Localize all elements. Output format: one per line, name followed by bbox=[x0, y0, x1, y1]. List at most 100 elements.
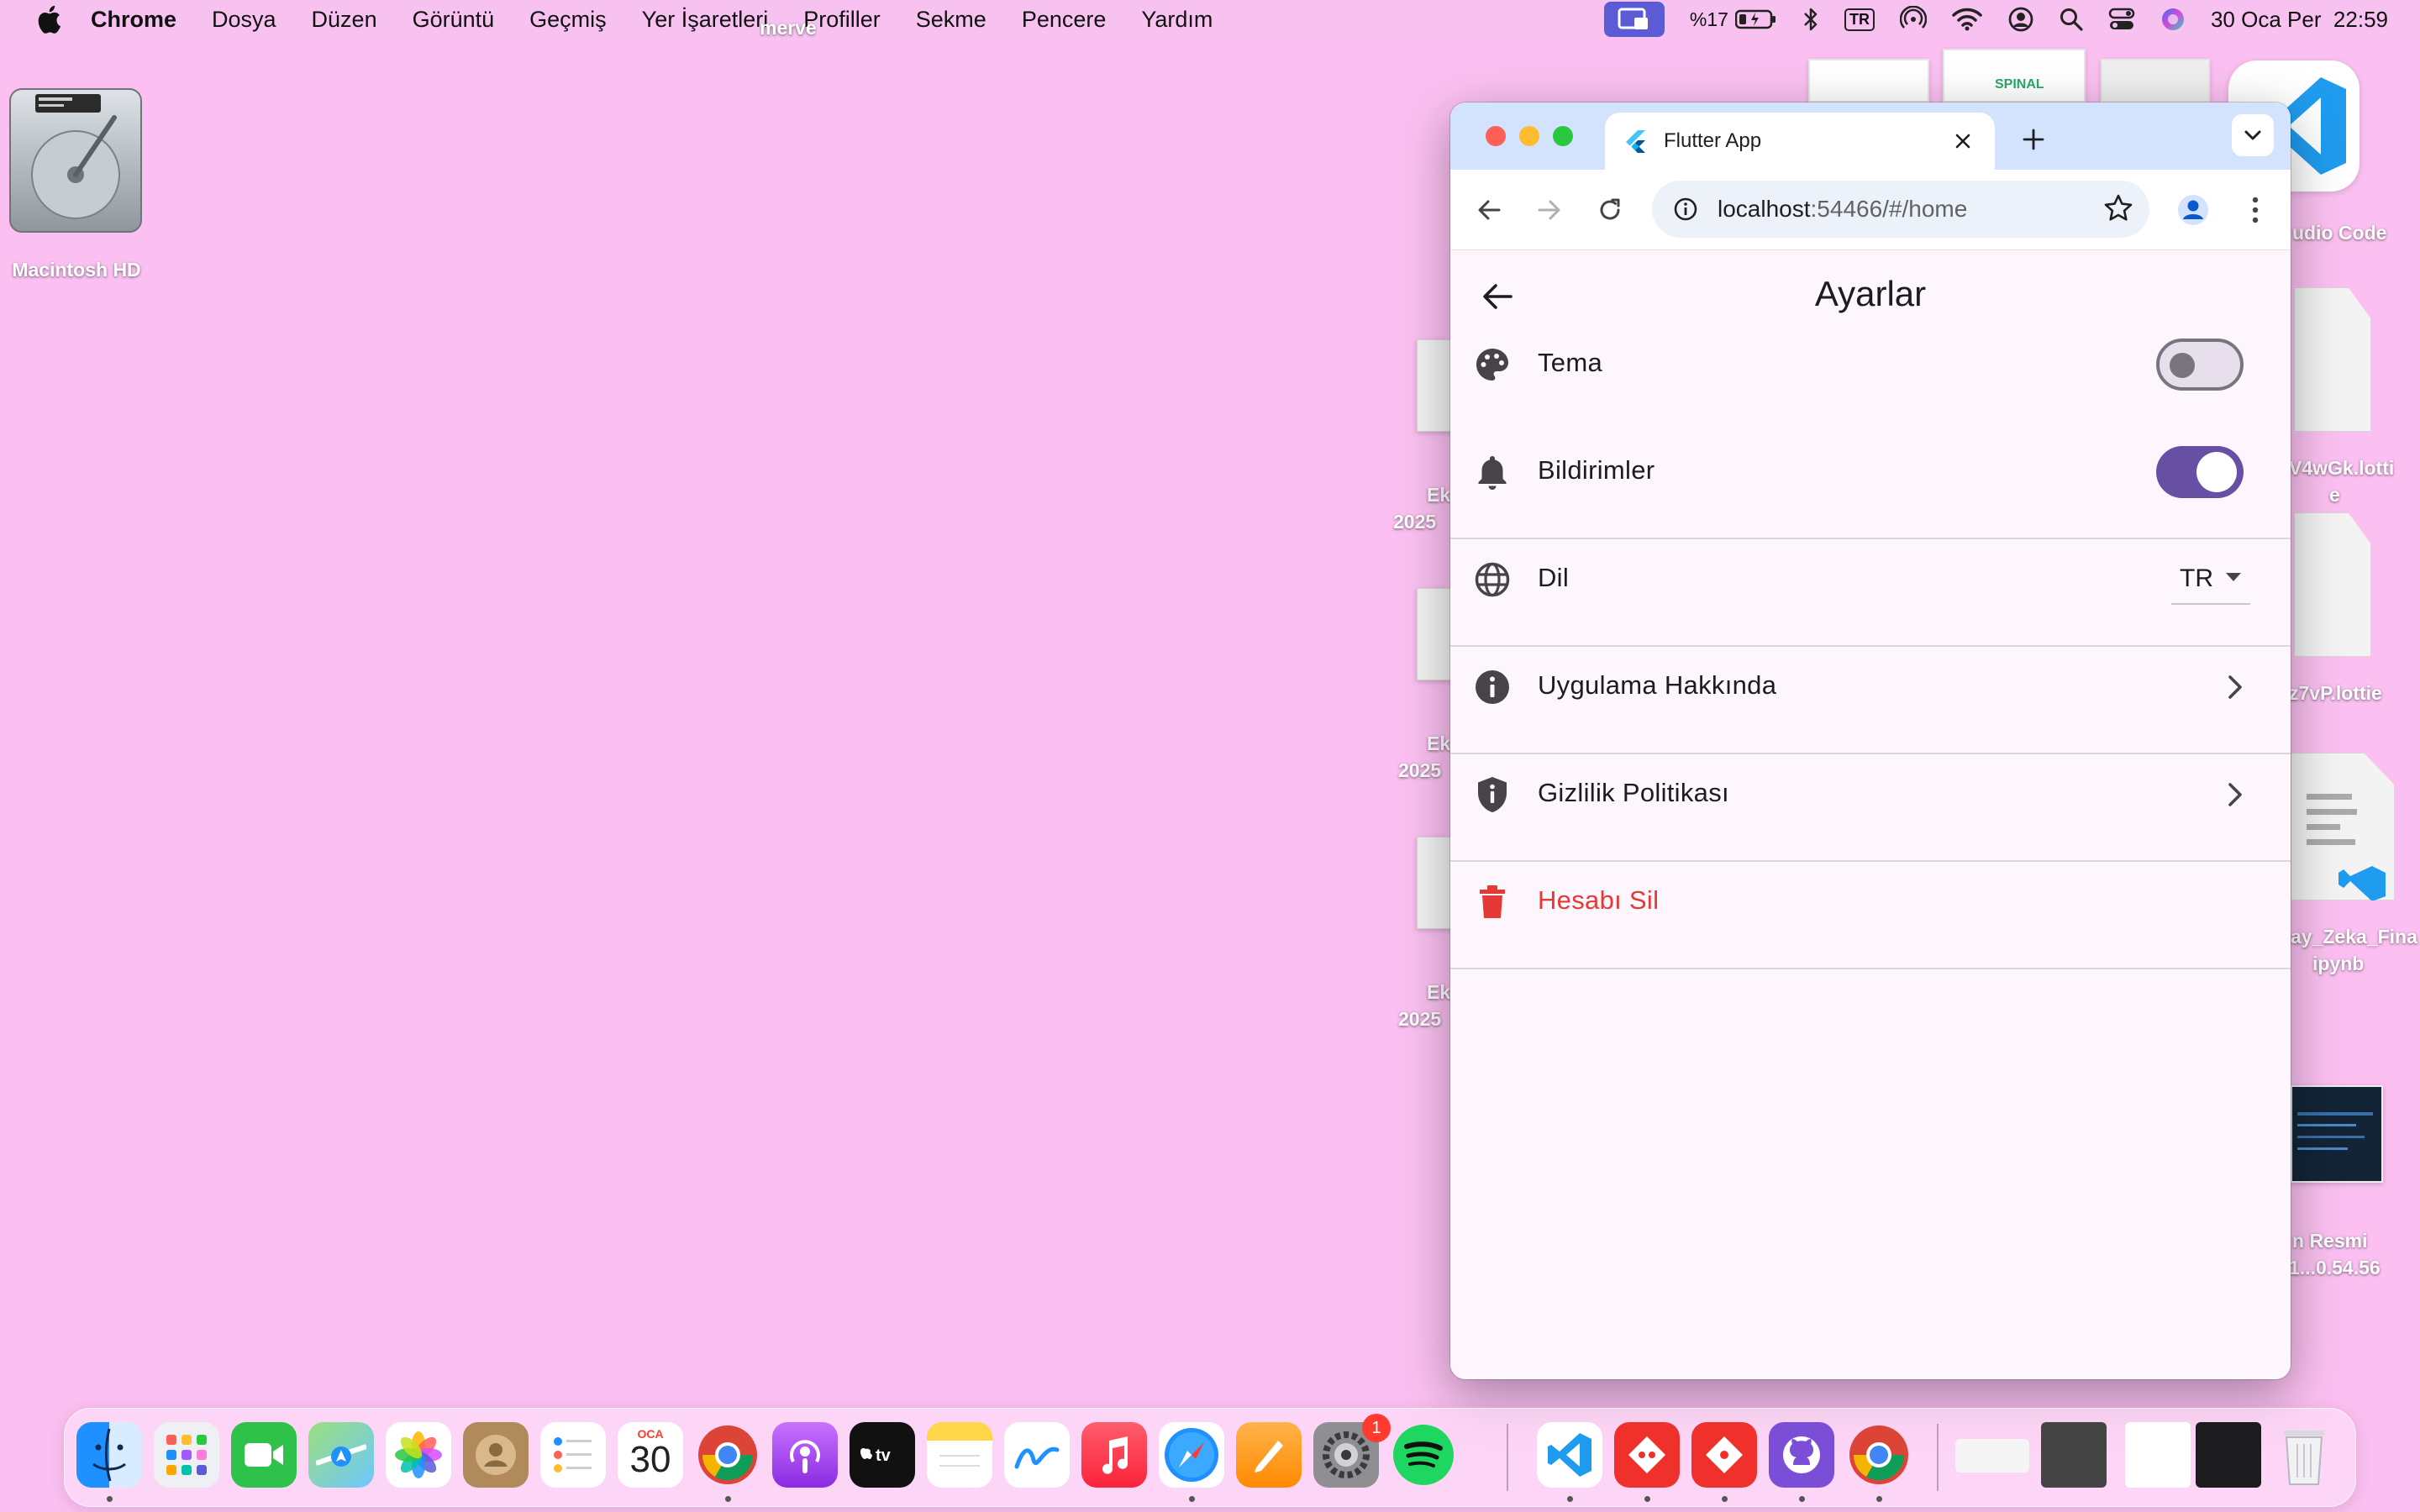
new-tab-plus-icon[interactable] bbox=[2015, 121, 2052, 158]
music-icon[interactable] bbox=[1081, 1422, 1147, 1488]
bluetooth-icon[interactable] bbox=[1802, 7, 1819, 32]
window-close-button[interactable] bbox=[1486, 126, 1506, 146]
menu-goruntu[interactable]: Görüntü bbox=[413, 7, 495, 33]
keyboard-layout-indicator[interactable]: TR bbox=[1844, 8, 1875, 31]
photos-icon[interactable] bbox=[386, 1422, 451, 1488]
lottie-file-1-icon[interactable] bbox=[2294, 287, 2371, 432]
setting-row-bildirimler[interactable]: Bildirimler bbox=[1450, 418, 2291, 526]
spotify-icon[interactable] bbox=[1391, 1422, 1456, 1488]
calendar-icon[interactable]: OCA 30 bbox=[618, 1422, 683, 1488]
setting-row-tema[interactable]: Tema bbox=[1450, 311, 2291, 418]
setting-row-uygulama-hakkinda[interactable]: Uygulama Hakkında bbox=[1450, 633, 2291, 741]
bookmark-star-icon[interactable] bbox=[2102, 192, 2134, 230]
control-center-icon[interactable] bbox=[2108, 8, 2135, 31]
minimized-window-1[interactable] bbox=[1955, 1439, 2029, 1473]
switch-knob bbox=[2170, 353, 2195, 378]
browser-forward-icon[interactable] bbox=[1529, 190, 1570, 230]
finder-icon[interactable] bbox=[76, 1422, 142, 1488]
chrome-icon[interactable] bbox=[695, 1422, 760, 1488]
git-client-icon[interactable] bbox=[1614, 1422, 1680, 1488]
freeform-icon[interactable] bbox=[1004, 1422, 1070, 1488]
maps-icon[interactable] bbox=[308, 1422, 374, 1488]
appletv-icon[interactable]: tv bbox=[850, 1422, 915, 1488]
facetime-icon[interactable] bbox=[231, 1422, 297, 1488]
tab-search-chevron-icon[interactable] bbox=[2232, 114, 2274, 156]
setting-label-gizlilik-politikasi: Gizlilik Politikası bbox=[1538, 778, 1729, 807]
window-zoom-button[interactable] bbox=[1553, 126, 1573, 146]
desktop-thumb-tool[interactable] bbox=[2101, 59, 2210, 102]
desktop-file-ek3-icon[interactable] bbox=[1417, 837, 1452, 929]
bildirimler-switch[interactable] bbox=[2156, 446, 2244, 498]
desktop-thumb-document[interactable] bbox=[1808, 59, 1929, 102]
browser-back-icon[interactable] bbox=[1469, 190, 1509, 230]
chevron-right-icon bbox=[2218, 778, 2252, 811]
browser-toolbar: localhost:54466/#/home bbox=[1450, 170, 2291, 250]
menu-duzen[interactable]: Düzen bbox=[312, 7, 377, 33]
chevron-right-icon bbox=[2218, 670, 2252, 704]
notes-icon[interactable] bbox=[927, 1422, 992, 1488]
tab-close-icon[interactable] bbox=[1949, 128, 1976, 155]
apple-menu-icon[interactable] bbox=[32, 5, 66, 34]
tab-flutter-app[interactable]: Flutter App bbox=[1605, 113, 1995, 170]
running-indicator bbox=[1722, 1496, 1728, 1502]
running-indicator bbox=[1644, 1496, 1650, 1502]
menu-pencere[interactable]: Pencere bbox=[1022, 7, 1107, 33]
safari-icon[interactable] bbox=[1159, 1422, 1224, 1488]
battery-status[interactable]: %17 bbox=[1690, 8, 1777, 31]
minimized-window-4[interactable] bbox=[2196, 1422, 2261, 1488]
user-account-icon[interactable] bbox=[2007, 6, 2034, 33]
airdrop-icon[interactable] bbox=[1899, 6, 1927, 33]
menu-yardim[interactable]: Yardım bbox=[1141, 7, 1213, 33]
siri-icon[interactable] bbox=[2160, 7, 2186, 32]
address-bar[interactable]: localhost:54466/#/home bbox=[1652, 181, 2149, 238]
window-minimize-button[interactable] bbox=[1519, 126, 1539, 146]
vscode-icon[interactable] bbox=[1537, 1422, 1602, 1488]
desktop-file-ek1-icon[interactable] bbox=[1417, 339, 1452, 432]
language-dropdown[interactable]: TR bbox=[2171, 554, 2250, 605]
setting-row-gizlilik-politikasi[interactable]: Gizlilik Politikası bbox=[1450, 741, 2291, 848]
tema-switch[interactable] bbox=[2156, 339, 2244, 391]
menu-dosya[interactable]: Dosya bbox=[212, 7, 276, 33]
site-info-icon[interactable] bbox=[1670, 194, 1701, 224]
desktop-file-ek1-label-b: 2025 bbox=[1393, 511, 1437, 533]
url-path: :54466/#/home bbox=[1810, 196, 1968, 222]
browser-reload-icon[interactable] bbox=[1590, 190, 1630, 230]
divider bbox=[1450, 968, 2291, 969]
github-desktop-icon[interactable] bbox=[1769, 1422, 1834, 1488]
chrome-2-icon[interactable] bbox=[1846, 1422, 1912, 1488]
contacts-icon[interactable] bbox=[463, 1422, 529, 1488]
podcasts-icon[interactable] bbox=[772, 1422, 838, 1488]
menu-gecmis[interactable]: Geçmiş bbox=[529, 7, 607, 33]
setting-row-dil[interactable]: Dil TR bbox=[1450, 526, 2291, 633]
ipynb-file-icon[interactable] bbox=[2291, 753, 2395, 900]
desktop-file-ek2-icon[interactable] bbox=[1417, 588, 1452, 680]
spotlight-search-icon[interactable] bbox=[2060, 8, 2083, 31]
browser-menu-kebab-icon[interactable] bbox=[2235, 190, 2275, 230]
screen-recording-icon[interactable] bbox=[1603, 2, 1665, 37]
profile-avatar-icon[interactable] bbox=[2173, 190, 2213, 230]
git-client-2-icon[interactable] bbox=[1691, 1422, 1757, 1488]
setting-row-hesabi-sil[interactable]: Hesabı Sil bbox=[1450, 848, 2291, 956]
ipynb-file-label-a: ay_Zeka_Fina bbox=[2291, 926, 2417, 948]
macintosh-hd-icon[interactable] bbox=[5, 84, 146, 235]
menu-yer-isaretleri[interactable]: Yer İşaretleri bbox=[642, 7, 769, 33]
setting-label-hesabi-sil: Hesabı Sil bbox=[1538, 885, 1660, 915]
menu-sekme[interactable]: Sekme bbox=[916, 7, 986, 33]
pages-icon[interactable] bbox=[1236, 1422, 1302, 1488]
menu-app-name[interactable]: Chrome bbox=[91, 7, 176, 33]
desktop-stray-label: merve bbox=[760, 22, 817, 39]
wifi-icon[interactable] bbox=[1952, 8, 1982, 31]
screenshot-file-icon[interactable] bbox=[2291, 1085, 2383, 1183]
launchpad-icon[interactable] bbox=[154, 1422, 219, 1488]
macintosh-hd-label: Macintosh HD bbox=[12, 259, 141, 281]
menu-clock[interactable]: 30 Oca Per 22:59 bbox=[2211, 7, 2388, 33]
minimized-window-2[interactable] bbox=[2041, 1422, 2107, 1488]
lottie-file-2-icon[interactable] bbox=[2294, 512, 2371, 657]
trash-can-icon[interactable] bbox=[2271, 1422, 2337, 1488]
flutter-logo-icon bbox=[1626, 130, 1645, 153]
globe-icon bbox=[1474, 561, 1511, 598]
desktop-thumb-spinal[interactable]: SPINAL bbox=[1943, 49, 2086, 102]
dock-separator bbox=[1507, 1424, 1508, 1491]
minimized-window-3[interactable] bbox=[2125, 1422, 2191, 1488]
reminders-icon[interactable] bbox=[540, 1422, 606, 1488]
